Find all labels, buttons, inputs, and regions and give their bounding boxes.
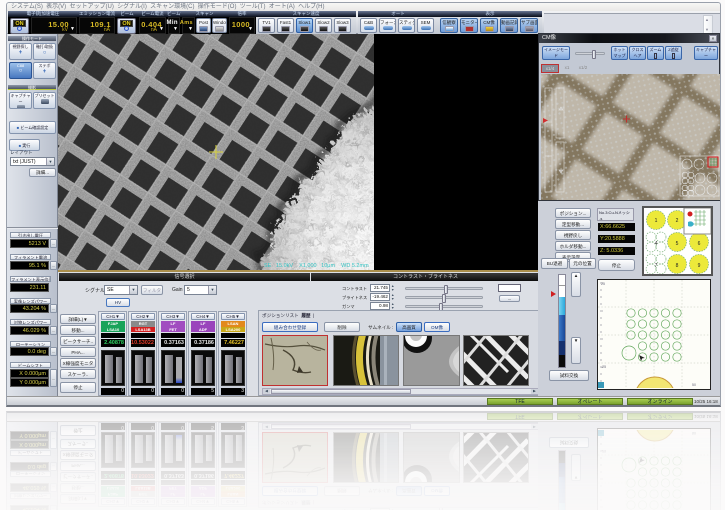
svg-text:7: 7: [655, 263, 658, 269]
svg-text:9: 9: [698, 263, 701, 269]
svg-text:5: 5: [676, 241, 679, 247]
svg-text:25: 25: [601, 282, 605, 286]
svg-text:6: 6: [698, 241, 701, 247]
svg-text:8: 8: [676, 263, 679, 269]
svg-text:2: 2: [676, 218, 679, 224]
svg-text:-25: -25: [601, 365, 606, 369]
svg-text:4: 4: [655, 241, 658, 247]
svg-text:1: 1: [655, 218, 658, 224]
svg-text:SE 15.0kV X1,000 10μm: SE 15.0kV X1,000 10μm WD 5.2mm: [264, 263, 369, 269]
svg-text:50: 50: [692, 383, 696, 387]
